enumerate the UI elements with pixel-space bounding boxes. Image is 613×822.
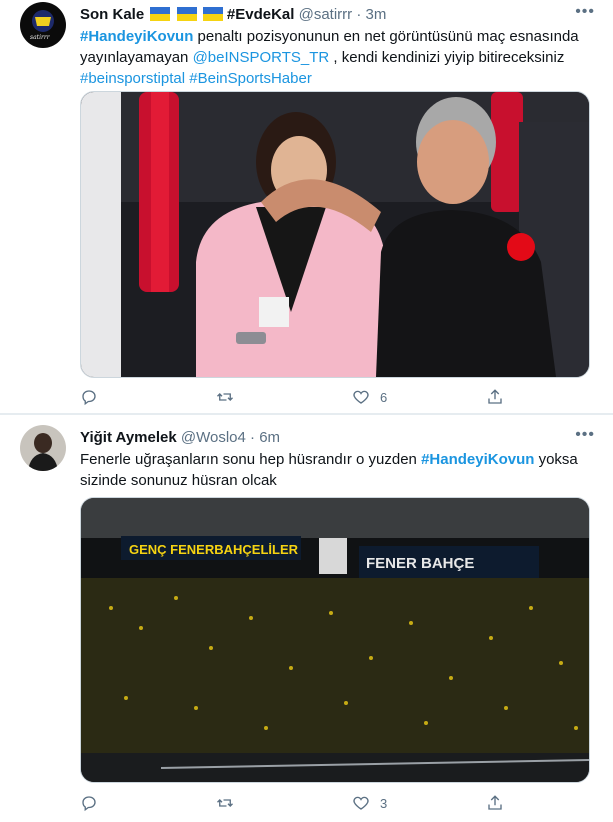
avatar[interactable]: satirrr xyxy=(20,2,66,48)
hashtag-link[interactable]: #HandeyiKovun xyxy=(421,451,534,468)
timestamp[interactable]: 6m xyxy=(259,429,280,446)
separator: · xyxy=(250,429,256,446)
retweet-icon xyxy=(217,393,233,401)
like-button[interactable]: 6 xyxy=(352,386,387,408)
ukraine-flag-icon xyxy=(176,7,197,21)
reply-button[interactable] xyxy=(80,792,98,814)
like-count: 6 xyxy=(380,389,388,405)
more-icon[interactable]: ••• xyxy=(575,3,595,21)
hashtag-link[interactable]: #beinsporstiptal xyxy=(80,70,185,87)
share-button[interactable] xyxy=(486,792,504,814)
display-name[interactable]: Yiğit Aymelek xyxy=(80,429,177,446)
heart-icon xyxy=(353,390,369,404)
like-button[interactable]: 3 xyxy=(352,792,387,814)
separator: · xyxy=(356,6,362,23)
tweet-header: Son Kale #EvdeKal @satirrr · 3m xyxy=(80,6,386,23)
tweet-actions: 6 xyxy=(80,386,590,408)
retweet-button[interactable] xyxy=(216,386,234,408)
share-icon xyxy=(488,795,502,810)
handle[interactable]: @satirrr xyxy=(299,6,353,23)
retweet-button[interactable] xyxy=(216,792,234,814)
like-count: 3 xyxy=(380,795,388,811)
tweet[interactable]: Yiğit Aymelek @Woslo4 · 6m ••• Fenerle u… xyxy=(0,415,613,822)
hashtag-link[interactable]: #BeinSportsHaber xyxy=(189,70,312,87)
ukraine-flag-icon xyxy=(150,7,171,21)
tweet-text: Fenerle uğraşanların sonu hep hüsrandır … xyxy=(80,449,580,491)
handle[interactable]: @Woslo4 xyxy=(181,429,246,446)
reply-icon xyxy=(82,796,96,812)
hashtag-link[interactable]: #HandeyiKovun xyxy=(80,28,193,45)
heart-icon xyxy=(353,796,369,810)
tweet[interactable]: satirrr Son Kale #EvdeKal @satirrr · 3m … xyxy=(0,0,613,414)
display-name[interactable]: Son Kale xyxy=(80,6,144,23)
mention-link[interactable]: @beINSPORTS_TR xyxy=(193,49,330,66)
tweet-actions: 3 xyxy=(80,792,590,814)
reply-icon xyxy=(82,390,96,406)
tweet-photo[interactable]: GENÇ FENERBAHÇELİLER FENER BAHÇE xyxy=(80,497,590,783)
svg-text:FENER BAHÇE: FENER BAHÇE xyxy=(366,555,474,572)
svg-text:satirrr: satirrr xyxy=(30,34,51,41)
share-icon xyxy=(488,389,502,404)
timestamp[interactable]: 3m xyxy=(366,6,387,23)
reply-button[interactable] xyxy=(80,386,98,408)
text-segment: Fenerle uğraşanların sonu hep hüsrandır … xyxy=(80,451,422,468)
retweet-icon xyxy=(217,799,233,807)
tweet-header: Yiğit Aymelek @Woslo4 · 6m xyxy=(80,429,280,446)
tweet-text: #HandeyiKovun penaltı pozisyonunun en ne… xyxy=(80,26,580,89)
svg-text:GENÇ FENERBAHÇELİLER: GENÇ FENERBAHÇELİLER xyxy=(129,542,299,557)
share-button[interactable] xyxy=(486,386,504,408)
more-icon[interactable]: ••• xyxy=(575,426,595,444)
ukraine-flag-icon xyxy=(202,7,223,21)
name-hashtag: #EvdeKal xyxy=(226,6,295,23)
text-segment: , kendi kendinizi yiyip bitireceksiniz xyxy=(329,49,565,66)
tweet-photo[interactable] xyxy=(80,91,590,378)
avatar[interactable] xyxy=(20,425,66,471)
